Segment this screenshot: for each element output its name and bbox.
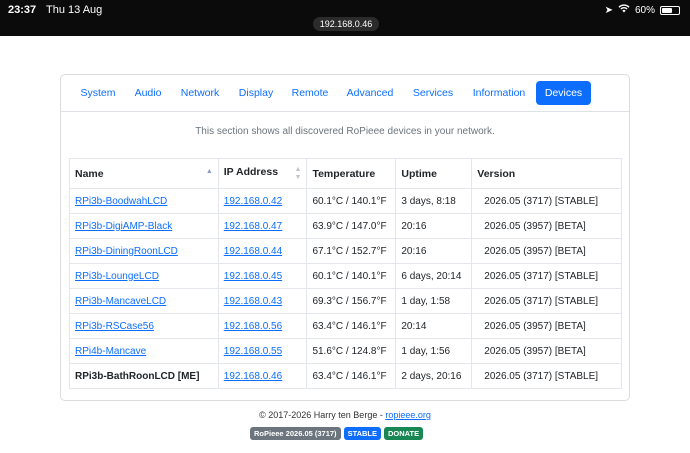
devices-table: Name ▲ IP Address ▲ ▼ Temperature Uptime Ve… bbox=[69, 158, 622, 389]
channel-badge: STABLE bbox=[343, 427, 382, 440]
location-icon: ➤ bbox=[604, 4, 613, 16]
footer-badges: RoPieee 2026.05 (3717) STABLE DONATE bbox=[250, 427, 424, 440]
copyright-text: © 2017-2026 Harry ten Berge - bbox=[259, 410, 386, 420]
tab-services[interactable]: Services bbox=[405, 81, 461, 105]
ios-status-bar: 23:37 Thu 13 Aug 192.168.0.46 ➤ 60% bbox=[0, 0, 690, 36]
table-header-row: Name ▲ IP Address ▲ ▼ Temperature Uptime Ve… bbox=[69, 158, 622, 189]
device-version: 2026.05 (3717) [STABLE] bbox=[471, 188, 622, 214]
device-name-link[interactable]: RPi3b-DigiAMP-Black bbox=[75, 221, 172, 232]
tab-devices[interactable]: Devices bbox=[536, 81, 591, 105]
sort-icon: ▲ ▼ bbox=[294, 165, 302, 181]
device-version: 2026.05 (3717) [STABLE] bbox=[471, 263, 622, 289]
device-ip-link[interactable]: 192.168.0.47 bbox=[224, 221, 282, 232]
ropieee-link[interactable]: ropieee.org bbox=[385, 410, 431, 420]
tab-system[interactable]: System bbox=[73, 81, 123, 105]
table-row: RPi3b-DigiAMP-Black 192.168.0.47 63.9°C … bbox=[69, 213, 622, 239]
device-name-link[interactable]: RPi3b-LoungeLCD bbox=[75, 271, 159, 282]
device-ip-link[interactable]: 192.168.0.55 bbox=[224, 346, 282, 357]
device-version: 2026.05 (3957) [BETA] bbox=[471, 213, 622, 239]
table-row: RPi3b-DiningRoonLCD 192.168.0.44 67.1°C … bbox=[69, 238, 622, 264]
address-bar[interactable]: 192.168.0.46 bbox=[313, 17, 379, 31]
device-temperature: 60.1°C / 140.1°F bbox=[306, 188, 397, 214]
sort-asc-icon: ▲ bbox=[205, 167, 213, 175]
battery-level bbox=[662, 7, 672, 13]
table-row-self: RPi3b-BathRoonLCD [ME] 192.168.0.46 63.4… bbox=[69, 363, 622, 389]
device-temperature: 63.4°C / 146.1°F bbox=[306, 313, 397, 339]
device-name-self: RPi3b-BathRoonLCD [ME] bbox=[69, 363, 219, 389]
date: Thu 13 Aug bbox=[46, 4, 103, 16]
device-version: 2026.05 (3957) [BETA] bbox=[471, 338, 622, 364]
clock: 23:37 bbox=[8, 4, 37, 16]
table-row: RPi3b-RSCase56 192.168.0.56 63.4°C / 146… bbox=[69, 313, 622, 339]
device-temperature: 69.3°C / 156.7°F bbox=[306, 288, 397, 314]
table-row: RPi3b-BoodwahLCD 192.168.0.42 60.1°C / 1… bbox=[69, 188, 622, 214]
device-name-link[interactable]: RPi3b-MancaveLCD bbox=[75, 296, 166, 307]
device-uptime: 3 days, 8:18 bbox=[395, 188, 473, 214]
version-badge: RoPieee 2026.05 (3717) bbox=[250, 427, 341, 440]
device-name-link[interactable]: RPi4b-Mancave bbox=[75, 346, 146, 357]
footer: © 2017-2026 Harry ten Berge - ropieee.or… bbox=[0, 410, 690, 420]
table-row: RPi4b-Mancave 192.168.0.55 51.6°C / 124.… bbox=[69, 338, 622, 364]
col-temperature-header[interactable]: Temperature bbox=[306, 158, 397, 189]
device-version: 2026.05 (3957) [BETA] bbox=[471, 313, 622, 339]
device-version: 2026.05 (3717) [STABLE] bbox=[471, 363, 622, 389]
devices-panel: System Audio Network Display Remote Adva… bbox=[60, 74, 630, 401]
device-name-link[interactable]: RPi3b-DiningRoonLCD bbox=[75, 246, 178, 257]
settings-tabs: System Audio Network Display Remote Adva… bbox=[61, 75, 629, 112]
tab-display[interactable]: Display bbox=[232, 81, 280, 105]
device-ip-link[interactable]: 192.168.0.45 bbox=[224, 271, 282, 282]
device-temperature: 60.1°C / 140.1°F bbox=[306, 263, 397, 289]
col-uptime-header[interactable]: Uptime bbox=[395, 158, 473, 189]
device-uptime: 20:16 bbox=[395, 238, 473, 264]
device-version: 2026.05 (3717) [STABLE] bbox=[471, 288, 622, 314]
device-uptime: 2 days, 20:16 bbox=[395, 363, 473, 389]
status-icons: ➤ 60% bbox=[605, 4, 680, 16]
col-version-header[interactable]: Version bbox=[471, 158, 622, 189]
battery-percent: 60% bbox=[634, 4, 655, 16]
device-version: 2026.05 (3957) [BETA] bbox=[471, 238, 622, 264]
device-temperature: 63.4°C / 146.1°F bbox=[306, 363, 397, 389]
tab-remote[interactable]: Remote bbox=[285, 81, 335, 105]
donate-badge[interactable]: DONATE bbox=[384, 427, 424, 440]
device-uptime: 1 day, 1:58 bbox=[395, 288, 473, 314]
tab-information[interactable]: Information bbox=[466, 81, 532, 105]
wifi-icon bbox=[618, 4, 630, 16]
table-row: RPi3b-MancaveLCD 192.168.0.43 69.3°C / 1… bbox=[69, 288, 622, 314]
device-temperature: 63.9°C / 147.0°F bbox=[306, 213, 397, 239]
table-row: RPi3b-LoungeLCD 192.168.0.45 60.1°C / 14… bbox=[69, 263, 622, 289]
device-name-link[interactable]: RPi3b-RSCase56 bbox=[75, 321, 154, 332]
tab-network[interactable]: Network bbox=[173, 81, 227, 105]
device-ip-link[interactable]: 192.168.0.42 bbox=[224, 196, 282, 207]
tab-advanced[interactable]: Advanced bbox=[341, 81, 399, 105]
device-temperature: 67.1°C / 152.7°F bbox=[306, 238, 397, 264]
col-ip-header[interactable]: IP Address ▲ ▼ bbox=[217, 158, 308, 189]
device-uptime: 6 days, 20:14 bbox=[395, 263, 473, 289]
device-name-link[interactable]: RPi3b-BoodwahLCD bbox=[75, 196, 167, 207]
col-name-header[interactable]: Name ▲ bbox=[69, 158, 219, 189]
device-uptime: 20:16 bbox=[395, 213, 473, 239]
battery-icon bbox=[660, 5, 680, 15]
devices-intro: This section shows all discovered RoPiee… bbox=[195, 126, 495, 137]
device-ip-link[interactable]: 192.168.0.46 bbox=[224, 371, 282, 382]
device-ip-link[interactable]: 192.168.0.43 bbox=[224, 296, 282, 307]
device-uptime: 1 day, 1:56 bbox=[395, 338, 473, 364]
device-uptime: 20:14 bbox=[395, 313, 473, 339]
device-ip-link[interactable]: 192.168.0.44 bbox=[224, 246, 282, 257]
device-temperature: 51.6°C / 124.8°F bbox=[306, 338, 397, 364]
tab-audio[interactable]: Audio bbox=[128, 81, 168, 105]
device-ip-link[interactable]: 192.168.0.56 bbox=[224, 321, 282, 332]
